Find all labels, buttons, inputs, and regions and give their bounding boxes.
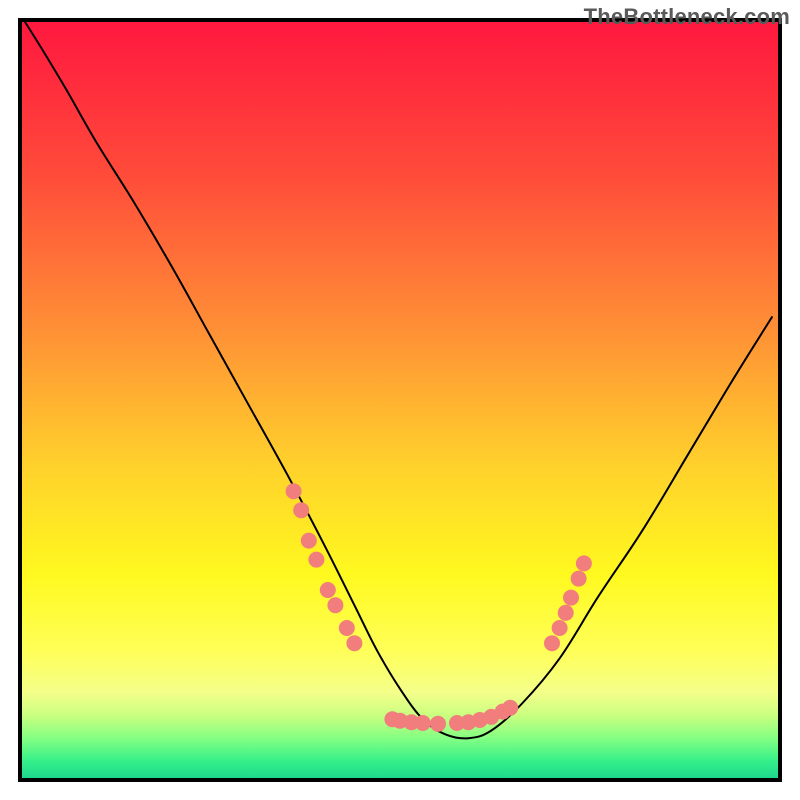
gpu-marker-dot [571, 571, 587, 587]
chart-frame: TheBottleneck.com [0, 0, 800, 800]
watermark-text: TheBottleneck.com [584, 4, 790, 30]
gpu-marker-dot [576, 555, 592, 571]
gpu-marker-dot [544, 635, 560, 651]
plot-background [20, 20, 780, 780]
gpu-marker-dot [430, 716, 446, 732]
gpu-marker-dot [415, 715, 431, 731]
gpu-marker-dot [327, 597, 343, 613]
gpu-marker-dot [301, 533, 317, 549]
gpu-marker-dot [502, 700, 518, 716]
gpu-marker-dot [293, 502, 309, 518]
gpu-marker-dot [286, 483, 302, 499]
gpu-marker-dot [308, 552, 324, 568]
gpu-marker-dot [563, 590, 579, 606]
gpu-marker-dot [320, 582, 336, 598]
gpu-marker-dot [339, 620, 355, 636]
gpu-marker-dot [558, 605, 574, 621]
gpu-marker-dot [346, 635, 362, 651]
bottleneck-chart [0, 0, 800, 800]
gpu-marker-dot [552, 620, 568, 636]
